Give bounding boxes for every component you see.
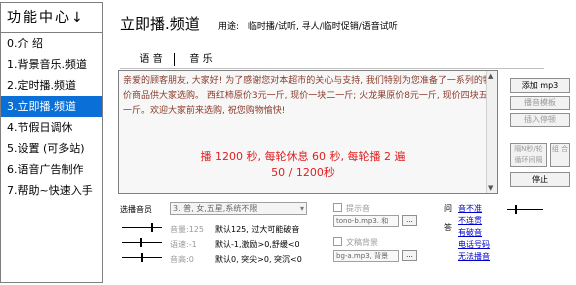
sidebar-item-settings[interactable]: 5.设置 (可多站)	[1, 138, 102, 159]
volume-slider-track	[122, 227, 162, 228]
sidebar-title[interactable]: 功能中心↓	[1, 3, 102, 33]
insert-pause-button[interactable]: 插入停顿	[510, 113, 570, 127]
message-text[interactable]: 亲爱的顾客朋友, 大家好! 为了感谢您对本超市的关心与支持, 我们特别为您准备了…	[119, 71, 497, 119]
prompt-tone-browse-button[interactable]: ...	[402, 215, 417, 226]
sidebar-item-intro[interactable]: 0.介 绍	[1, 33, 102, 54]
volume-desc: 默认125, 过大可能破音	[215, 225, 300, 234]
loop-interval-button[interactable]: 隔N秒/轮 循环间隔	[510, 143, 547, 167]
prompt-tone-checkbox[interactable]	[333, 203, 342, 212]
text-bg-checkbox[interactable]	[333, 237, 342, 246]
faq-link-phone-number[interactable]: 电话号码	[458, 239, 490, 250]
rate-desc: 默认-1,激励>0,舒缓<0	[215, 240, 300, 249]
voice-template-button[interactable]: 播音模板	[510, 96, 570, 110]
stop-button[interactable]: 停止	[510, 172, 570, 187]
master-volume-slider[interactable]	[507, 205, 543, 215]
speaker-select[interactable]: 3. 普, 女,五星,系统不限	[170, 202, 307, 215]
page-title: 立即播.频道	[120, 15, 200, 33]
tab-divider	[174, 53, 175, 66]
text-bg-label: 文稿背景	[346, 238, 378, 247]
pitch-desc: 默认0, 突尖>0, 突沉<0	[215, 255, 302, 264]
tab-underline	[120, 68, 544, 69]
faq-link-not-smooth[interactable]: 不连贯	[458, 215, 482, 226]
tab-music[interactable]: 音 乐	[181, 52, 221, 68]
sidebar-item-background-music[interactable]: 1.背景音乐.频道	[1, 54, 102, 75]
textarea-scrollbar[interactable]	[486, 71, 497, 193]
sidebar-item-instant-play[interactable]: 3.立即播.频道	[1, 96, 102, 117]
faq-link-distortion[interactable]: 有破音	[458, 227, 482, 238]
add-mp3-button[interactable]: 添加 mp3	[510, 78, 570, 93]
sidebar: 功能中心↓ 0.介 绍 1.背景音乐.频道 2.定时播.频道 3.立即播.频道 …	[0, 2, 103, 283]
sidebar-item-help[interactable]: 7.帮助~快速入手	[1, 180, 102, 201]
text-bg-browse-button[interactable]: ...	[402, 250, 417, 261]
text-bg-file-input[interactable]: bg-a.mp3, 背景	[333, 250, 399, 262]
playback-progress: 50 / 1200秒	[271, 166, 335, 179]
rate-slider-thumb[interactable]	[140, 238, 142, 247]
message-textarea[interactable]: 亲爱的顾客朋友, 大家好! 为了感谢您对本超市的关心与支持, 我们特别为您准备了…	[118, 70, 498, 194]
rate-label: 语速:-1	[170, 240, 197, 249]
combine-button[interactable]: 组 合	[550, 143, 570, 167]
sidebar-item-scheduled-play[interactable]: 2.定时播.频道	[1, 75, 102, 96]
faq-label-question: 问	[444, 204, 452, 213]
faq-link-cannot-play[interactable]: 无法播音	[458, 251, 490, 262]
tab-voice[interactable]: 语 音	[131, 52, 171, 68]
sidebar-item-holiday[interactable]: 4.节假日调休	[1, 117, 102, 138]
volume-slider[interactable]	[122, 223, 162, 233]
prompt-tone-file-input[interactable]: tono-b.mp3. 和	[333, 215, 399, 227]
pitch-slider-thumb[interactable]	[141, 253, 143, 262]
speaker-label: 选播音员	[120, 205, 152, 214]
usage-text: 临时播/试听, 寻人/临时促销/语音试听	[247, 22, 398, 32]
playback-schedule: 播 1200 秒, 每轮休息 60 秒, 每轮播 2 遍	[200, 150, 406, 163]
rate-slider[interactable]	[122, 238, 162, 248]
master-volume-slider-track	[507, 209, 543, 210]
sidebar-item-voice-ad[interactable]: 6.语音广告制作	[1, 159, 102, 180]
pitch-slider[interactable]	[122, 253, 162, 263]
faq-label-answer: 答	[444, 223, 452, 232]
master-volume-slider-thumb[interactable]	[515, 205, 517, 214]
playback-info: 播 1200 秒, 每轮休息 60 秒, 每轮播 2 遍 50 / 1200秒	[119, 149, 487, 181]
prompt-tone-label: 提示音	[346, 204, 370, 213]
rate-slider-track	[122, 242, 162, 243]
volume-slider-thumb[interactable]	[151, 223, 153, 232]
usage-line: 用途: 临时播/试听, 寻人/临时促销/语音试听	[218, 19, 398, 32]
usage-label: 用途:	[218, 22, 240, 32]
faq-link-inaccurate[interactable]: 音不准	[458, 203, 482, 214]
pitch-label: 音高:0	[170, 255, 194, 264]
volume-label: 音量:125	[170, 225, 204, 234]
